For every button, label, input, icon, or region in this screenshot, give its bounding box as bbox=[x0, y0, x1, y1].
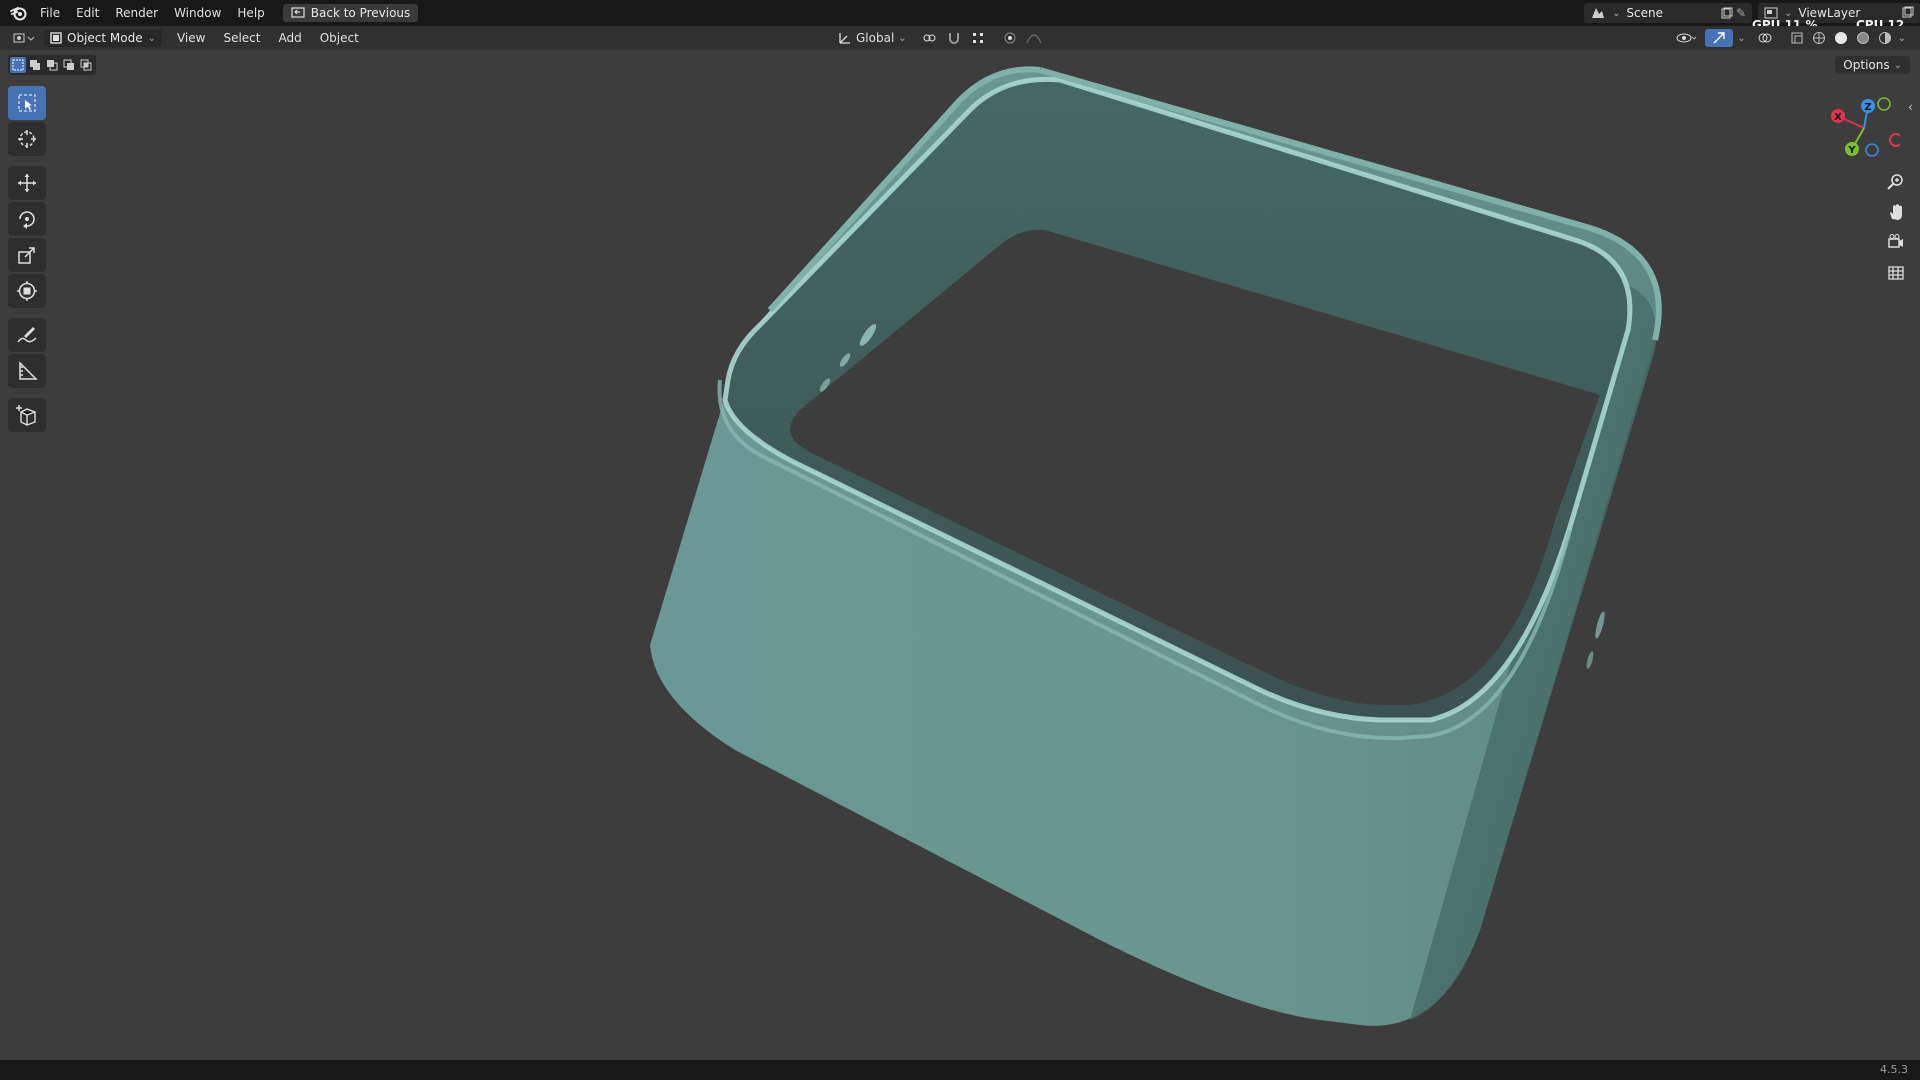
zoom-icon[interactable] bbox=[1882, 170, 1910, 194]
wireframe-shading-icon[interactable] bbox=[1810, 29, 1828, 47]
navigation-gizmo[interactable]: X Y Z bbox=[1820, 94, 1900, 164]
gizmo-neg-y[interactable] bbox=[1877, 97, 1891, 111]
view-layer-chevron-icon: ⌄ bbox=[1784, 7, 1793, 19]
scene-dropdown-chevron-icon: ⌄ bbox=[1612, 7, 1621, 19]
gizmo-label-y: Y bbox=[1847, 145, 1856, 156]
scene-name: Scene bbox=[1626, 6, 1663, 20]
status-bar: 4.5.3 bbox=[0, 1060, 1920, 1080]
options-dropdown[interactable]: Options ⌄ bbox=[1835, 56, 1910, 74]
viewport-navigation bbox=[1882, 170, 1910, 284]
menu-add[interactable]: Add bbox=[270, 31, 311, 45]
gizmo-toggle-icon[interactable] bbox=[1705, 29, 1734, 47]
camera-view-icon[interactable] bbox=[1882, 230, 1910, 254]
mode-chevron-icon: ⌄ bbox=[147, 32, 156, 44]
back-to-previous-button[interactable]: Back to Previous bbox=[282, 4, 419, 22]
orientation-axes-icon bbox=[839, 33, 850, 44]
pivot-point-icon[interactable] bbox=[921, 29, 939, 47]
viewport-3d-model[interactable] bbox=[0, 50, 1920, 1060]
proportional-editing-icon[interactable] bbox=[1001, 29, 1019, 47]
pan-hand-icon[interactable] bbox=[1882, 200, 1910, 224]
new-scene-icon[interactable] bbox=[1718, 4, 1736, 22]
gizmo-chevron-icon[interactable]: ⌄ bbox=[1737, 33, 1745, 44]
falloff-curve-icon[interactable] bbox=[1025, 29, 1043, 47]
snap-toggle-icon[interactable] bbox=[945, 29, 963, 47]
screen-back-icon bbox=[291, 7, 305, 18]
blender-logo-icon[interactable] bbox=[6, 0, 32, 26]
transform-tools: Global ⌄ bbox=[838, 29, 1043, 47]
menu-select[interactable]: Select bbox=[214, 31, 269, 45]
options-label: Options bbox=[1843, 58, 1890, 72]
material-shading-icon[interactable] bbox=[1854, 29, 1872, 47]
solid-shading-icon[interactable] bbox=[1832, 29, 1850, 47]
viewport-display-tools: ⌄ ⌄ bbox=[1673, 29, 1906, 47]
perspective-grid-icon[interactable] bbox=[1882, 260, 1910, 284]
mode-label: Object Mode bbox=[67, 31, 143, 45]
xray-icon[interactable] bbox=[1788, 29, 1806, 47]
menu-render[interactable]: Render bbox=[107, 0, 166, 26]
gizmo-neg-z[interactable] bbox=[1865, 143, 1879, 157]
rendered-shading-icon[interactable] bbox=[1876, 29, 1894, 47]
menu-object[interactable]: Object bbox=[311, 31, 368, 45]
back-to-previous-label: Back to Previous bbox=[310, 6, 411, 20]
options-chevron-icon: ⌄ bbox=[1893, 59, 1902, 71]
pin-icon[interactable]: ✎ bbox=[1736, 6, 1746, 20]
menu-file[interactable]: File bbox=[32, 0, 68, 26]
mode-dropdown[interactable]: Object Mode ⌄ bbox=[44, 29, 162, 47]
menu-edit[interactable]: Edit bbox=[68, 0, 107, 26]
object-mode-icon bbox=[50, 32, 62, 44]
top-bar: File Edit Render Window Help Back to Pre… bbox=[0, 0, 1920, 46]
gizmo-label-z: Z bbox=[1864, 102, 1871, 113]
orientation-chevron-icon: ⌄ bbox=[898, 32, 907, 44]
transform-orientation-dropdown[interactable]: Global ⌄ bbox=[838, 31, 907, 45]
editor-type-icon[interactable] bbox=[10, 29, 38, 47]
gizmo-label-x: X bbox=[1834, 112, 1842, 123]
sidebar-expand-icon[interactable]: ‹ bbox=[1908, 100, 1913, 114]
gizmo-neg-x[interactable] bbox=[1889, 133, 1900, 147]
overlays-icon[interactable] bbox=[1756, 29, 1774, 47]
scene-icon bbox=[1592, 8, 1604, 18]
snap-target-icon[interactable] bbox=[969, 29, 987, 47]
visibility-icon[interactable] bbox=[1673, 29, 1701, 47]
transform-orientation-label: Global bbox=[856, 31, 895, 45]
shading-chevron-icon[interactable]: ⌄ bbox=[1898, 33, 1906, 44]
menu-window[interactable]: Window bbox=[166, 0, 229, 26]
menu-view[interactable]: View bbox=[168, 31, 214, 45]
version-label: 4.5.3 bbox=[1880, 1063, 1908, 1076]
menu-help[interactable]: Help bbox=[229, 0, 272, 26]
